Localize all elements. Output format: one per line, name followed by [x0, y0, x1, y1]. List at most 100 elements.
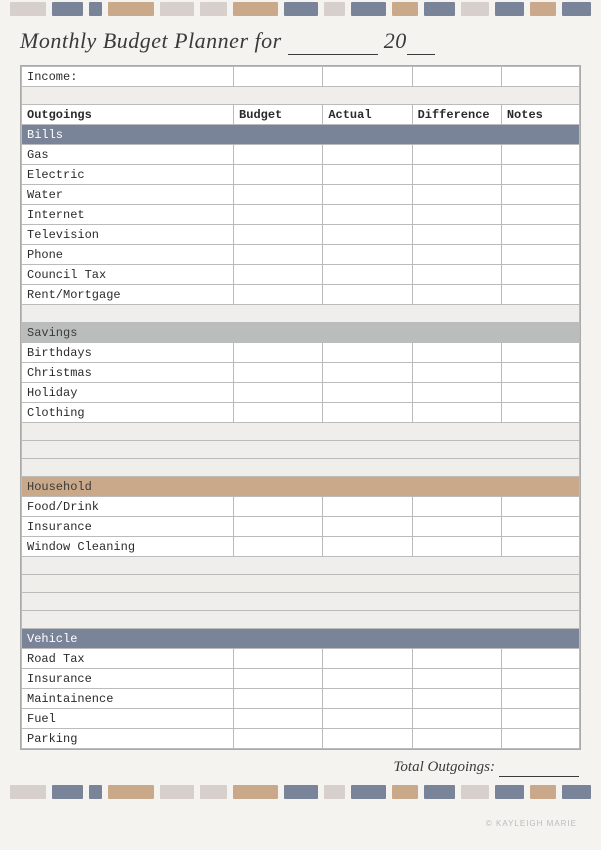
row-window-cleaning: Window Cleaning [22, 537, 580, 557]
top-deco-bar [0, 0, 601, 18]
savings-label: Savings [22, 323, 580, 343]
item-phone: Phone [22, 245, 234, 265]
deco-block [89, 2, 102, 16]
bills-label: Bills [22, 125, 580, 145]
spacer-row [22, 87, 580, 105]
row-clothing: Clothing [22, 403, 580, 423]
row-christmas: Christmas [22, 363, 580, 383]
row-council-tax: Council Tax [22, 265, 580, 285]
deco-block [495, 785, 524, 799]
deco-block [424, 785, 454, 799]
item-holiday: Holiday [22, 383, 234, 403]
item-internet: Internet [22, 205, 234, 225]
item-electric: Electric [22, 165, 234, 185]
row-food-drink: Food/Drink [22, 497, 580, 517]
watermark: © KAYLEIGH MARIE [486, 819, 577, 828]
deco-block [200, 785, 227, 799]
category-household-header: Household [22, 477, 580, 497]
household-blank-3 [22, 593, 580, 611]
col-actual-header: Actual [323, 105, 412, 125]
budget-table-container: Income: Outgoings Budget Actual Differen… [20, 65, 581, 750]
col-difference-header: Difference [412, 105, 501, 125]
category-savings-header: Savings [22, 323, 580, 343]
deco-block [351, 785, 385, 799]
item-birthdays: Birthdays [22, 343, 234, 363]
deco-block [351, 2, 385, 16]
row-holiday: Holiday [22, 383, 580, 403]
total-outgoings-area: Total Outgoings: [0, 754, 601, 779]
deco-block [392, 2, 419, 16]
deco-block [160, 2, 194, 16]
deco-block [284, 2, 318, 16]
deco-block [200, 2, 227, 16]
column-header-row: Outgoings Budget Actual Difference Notes [22, 105, 580, 125]
bottom-deco-bar [0, 783, 601, 801]
item-christmas: Christmas [22, 363, 234, 383]
item-fuel: Fuel [22, 709, 234, 729]
item-insurance-vehicle: Insurance [22, 669, 234, 689]
row-water: Water [22, 185, 580, 205]
deco-block [52, 785, 82, 799]
col-budget-header: Budget [234, 105, 323, 125]
income-row: Income: [22, 67, 580, 87]
household-label: Household [22, 477, 580, 497]
row-maintainence: Maintainence [22, 689, 580, 709]
household-blank-2 [22, 575, 580, 593]
savings-blank-2 [22, 441, 580, 459]
deco-block [10, 2, 46, 16]
total-outgoings-label: Total Outgoings: [393, 759, 495, 775]
row-birthdays: Birthdays [22, 343, 580, 363]
deco-block [461, 2, 490, 16]
deco-block [233, 2, 279, 16]
category-bills-header: Bills [22, 125, 580, 145]
deco-block [10, 785, 46, 799]
income-difference [412, 67, 501, 87]
row-parking: Parking [22, 729, 580, 749]
item-water: Water [22, 185, 234, 205]
col-notes-header: Notes [501, 105, 579, 125]
deco-block [562, 785, 591, 799]
deco-block [233, 785, 279, 799]
deco-block [52, 2, 82, 16]
deco-block [284, 785, 318, 799]
income-actual [323, 67, 412, 87]
savings-blank-1 [22, 423, 580, 441]
item-television: Television [22, 225, 234, 245]
deco-block [562, 2, 591, 16]
household-blank-1 [22, 557, 580, 575]
row-road-tax: Road Tax [22, 649, 580, 669]
page: Monthly Budget Planner for 20 Income: [0, 0, 601, 850]
total-outgoings-line [499, 758, 579, 777]
income-budget [234, 67, 323, 87]
deco-block [324, 785, 345, 799]
deco-block [495, 2, 524, 16]
vehicle-label: Vehicle [22, 629, 580, 649]
row-insurance-vehicle: Insurance [22, 669, 580, 689]
item-road-tax: Road Tax [22, 649, 234, 669]
row-electric: Electric [22, 165, 580, 185]
deco-block [108, 785, 154, 799]
page-title: Monthly Budget Planner for 20 [0, 22, 601, 61]
income-label: Income: [22, 67, 234, 87]
deco-block [530, 785, 557, 799]
deco-block [530, 2, 557, 16]
item-insurance-household: Insurance [22, 517, 234, 537]
household-spacer [22, 611, 580, 629]
item-parking: Parking [22, 729, 234, 749]
item-window-cleaning: Window Cleaning [22, 537, 234, 557]
item-gas: Gas [22, 145, 234, 165]
deco-block [392, 785, 419, 799]
col-outgoings-header: Outgoings [22, 105, 234, 125]
budget-table: Income: Outgoings Budget Actual Differen… [21, 66, 580, 749]
item-rent-mortgage: Rent/Mortgage [22, 285, 234, 305]
row-gas: Gas [22, 145, 580, 165]
row-rent-mortgage: Rent/Mortgage [22, 285, 580, 305]
bills-spacer [22, 305, 580, 323]
row-fuel: Fuel [22, 709, 580, 729]
income-notes [501, 67, 579, 87]
deco-block [108, 2, 154, 16]
row-internet: Internet [22, 205, 580, 225]
item-food-drink: Food/Drink [22, 497, 234, 517]
category-vehicle-header: Vehicle [22, 629, 580, 649]
deco-block [160, 785, 194, 799]
